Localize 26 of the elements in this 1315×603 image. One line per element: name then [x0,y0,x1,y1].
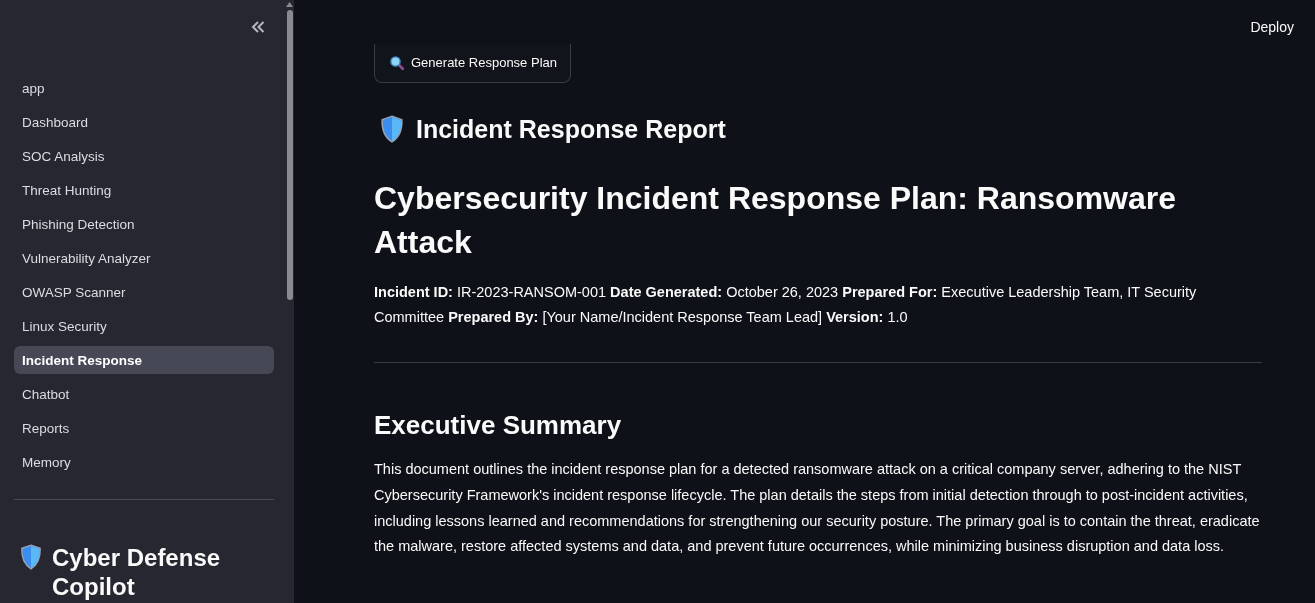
nav-link[interactable]: Threat Hunting [14,176,274,204]
nav-link[interactable]: app [14,74,274,102]
nav-link[interactable]: Linux Security [14,312,274,340]
generate-response-plan-button[interactable]: Generate Response Plan [374,44,571,83]
nav-link[interactable]: Vulnerability Analyzer [14,244,274,272]
shield-icon [380,115,404,143]
nav-link[interactable]: OWASP Scanner [14,278,274,306]
nav-link[interactable]: Reports [14,414,274,442]
nav-link[interactable]: SOC Analysis [14,142,274,170]
section-heading: Executive Summary [374,409,623,442]
nav-link[interactable]: Phishing Detection [14,210,274,238]
report-title: Cybersecurity Incident Response Plan: Ransomware Attack [374,179,1178,262]
scroll-up-arrow-icon[interactable] [286,2,293,7]
report-metadata: Incident ID: IR-2023-RANSOM-001 Date Generated: October 26, 2023 Prepared For: Executive Leadership Team, IT Security Committee Prepared By: [Your Name/Incident Response Team Lead] Version: 1.0 [374,283,1198,327]
nav-link[interactable]: Incident Response [14,346,274,374]
section-paragraph: This document outlines the incident response plan for a detected ransomware attack on a critical company server, adhering to the NIST Cybersecurity Framework's incident response lifecycle. The plan details the steps from initial detection through to post-incident activities, including lessons learned and recommendations for strengthening our security posture. The primary goal is to contain the threat, eradicate the malware, restore affected systems and data, and prevent future occurrences, while minimizing business disruption and data loss. [374,460,1261,557]
deploy-button[interactable]: Deploy [1250,17,1294,37]
nav-link[interactable]: Memory [14,448,274,476]
magnifier-icon [390,56,404,70]
scrollbar-thumb[interactable] [286,10,293,300]
nav-link[interactable]: Dashboard [14,108,274,136]
nav-link[interactable]: Chatbot [14,380,274,408]
shield-icon [20,544,42,570]
double-chevron-left-icon[interactable] [251,20,265,34]
report-heading: Incident Response Report [416,114,726,144]
app-title: Cyber Defense Copilot [52,543,222,601]
